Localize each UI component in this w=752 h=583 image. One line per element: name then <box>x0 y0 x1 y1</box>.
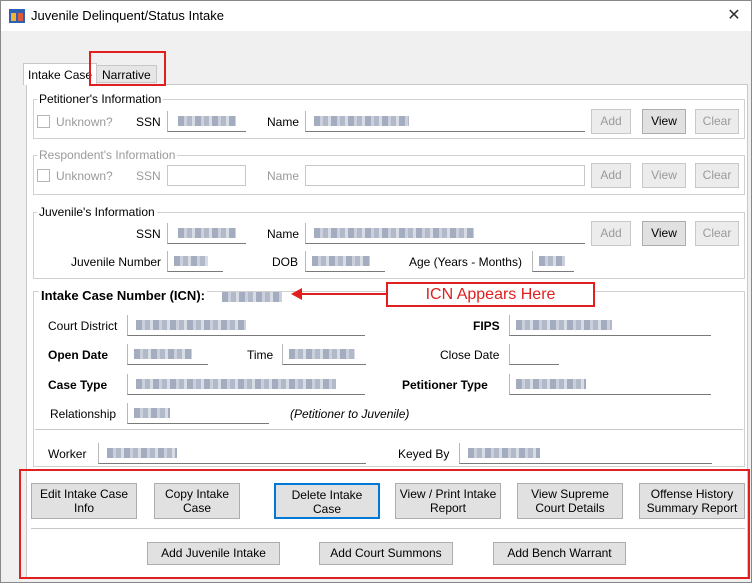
juvenile-number-field[interactable] <box>167 251 223 272</box>
petitioner-add-button[interactable]: Add <box>591 109 631 134</box>
juvenile-dob-field[interactable] <box>305 251 385 272</box>
juvenile-view-button[interactable]: View <box>642 221 686 246</box>
petitioner-clear-button[interactable]: Clear <box>695 109 739 134</box>
view-print-intake-report-button[interactable]: View / Print Intake Report <box>395 483 501 519</box>
respondent-add-button[interactable]: Add <box>591 163 631 188</box>
icn-value <box>222 292 282 302</box>
case-type-field[interactable] <box>127 374 365 395</box>
fips-field[interactable] <box>509 315 711 336</box>
worker-field[interactable] <box>98 443 366 464</box>
icn-label: Intake Case Number (ICN): <box>39 288 207 303</box>
juvenile-clear-button[interactable]: Clear <box>695 221 739 246</box>
open-date-label: Open Date <box>48 348 109 362</box>
offense-history-summary-report-button[interactable]: Offense History Summary Report <box>639 483 745 519</box>
close-date-label: Close Date <box>440 348 500 362</box>
keyed-by-field[interactable] <box>459 443 712 464</box>
add-bench-warrant-button[interactable]: Add Bench Warrant <box>493 542 626 565</box>
close-date-field[interactable] <box>509 344 559 365</box>
title-bar: Juvenile Delinquent/Status Intake ✕ <box>1 1 751 31</box>
juvenile-add-button[interactable]: Add <box>591 221 631 246</box>
relationship-note: (Petitioner to Juvenile) <box>290 407 410 421</box>
window-title: Juvenile Delinquent/Status Intake <box>31 8 224 23</box>
keyed-by-label: Keyed By <box>398 447 450 461</box>
action-divider <box>31 528 745 529</box>
add-juvenile-intake-button[interactable]: Add Juvenile Intake <box>147 542 280 565</box>
delete-intake-case-button[interactable]: Delete Intake Case <box>274 483 380 519</box>
open-date-field[interactable] <box>127 344 208 365</box>
juvenile-number-label: Juvenile Number <box>71 255 162 269</box>
narrative-tab-highlight <box>89 51 166 86</box>
juvenile-ssn-label: SSN <box>136 227 161 241</box>
petitioner-ssn-label: SSN <box>136 115 161 129</box>
add-court-summons-button[interactable]: Add Court Summons <box>319 542 453 565</box>
petitioner-name-field[interactable] <box>305 111 585 132</box>
view-supreme-court-details-button[interactable]: View Supreme Court Details <box>517 483 623 519</box>
respondent-name-label: Name <box>267 169 300 183</box>
petitioner-unknown-label: Unknown? <box>56 115 113 129</box>
case-type-label: Case Type <box>48 378 108 392</box>
court-district-label: Court District <box>48 319 118 333</box>
petitioner-type-label: Petitioner Type <box>402 378 488 392</box>
respondent-unknown-label: Unknown? <box>56 169 113 183</box>
juvenile-legend: Juvenile's Information <box>37 205 157 219</box>
respondent-name-field[interactable] <box>305 165 585 186</box>
petitioner-ssn-field[interactable] <box>167 111 246 132</box>
petitioner-name-label: Name <box>267 115 300 129</box>
divider <box>35 429 743 430</box>
petitioner-type-field[interactable] <box>509 374 711 395</box>
juvenile-name-field[interactable] <box>305 223 585 244</box>
relationship-label: Relationship <box>50 407 117 421</box>
arrow-line <box>301 293 387 295</box>
tab-intake-case[interactable]: Intake Case <box>23 63 98 85</box>
juvenile-dob-label: DOB <box>272 255 299 269</box>
respondent-view-button[interactable]: View <box>642 163 686 188</box>
juvenile-age-field[interactable] <box>532 251 574 272</box>
respondent-ssn-label: SSN <box>136 169 161 183</box>
juvenile-ssn-field[interactable] <box>167 223 246 244</box>
edit-intake-case-info-button[interactable]: Edit Intake Case Info <box>31 483 137 519</box>
respondent-unknown-checkbox[interactable] <box>37 169 50 182</box>
close-icon[interactable]: ✕ <box>721 4 747 28</box>
juvenile-age-label: Age (Years - Months) <box>409 255 522 269</box>
time-field[interactable] <box>282 344 366 365</box>
worker-label: Worker <box>48 447 87 461</box>
petitioner-legend: Petitioner's Information <box>37 92 164 106</box>
petitioner-view-button[interactable]: View <box>642 109 686 134</box>
respondent-clear-button[interactable]: Clear <box>695 163 739 188</box>
icn-callout: ICN Appears Here <box>386 282 595 307</box>
respondent-legend: Respondent's Information <box>37 148 178 162</box>
petitioner-unknown-checkbox[interactable] <box>37 115 50 128</box>
relationship-field[interactable] <box>127 403 269 424</box>
app-window-icon <box>9 9 25 23</box>
time-label: Time <box>247 348 274 362</box>
court-district-field[interactable] <box>127 315 365 336</box>
respondent-ssn-field[interactable] <box>167 165 246 186</box>
copy-intake-case-button[interactable]: Copy Intake Case <box>154 483 240 519</box>
fips-label: FIPS <box>473 319 500 333</box>
juvenile-name-label: Name <box>267 227 300 241</box>
intake-window: Juvenile Delinquent/Status Intake ✕ Inta… <box>0 0 752 583</box>
